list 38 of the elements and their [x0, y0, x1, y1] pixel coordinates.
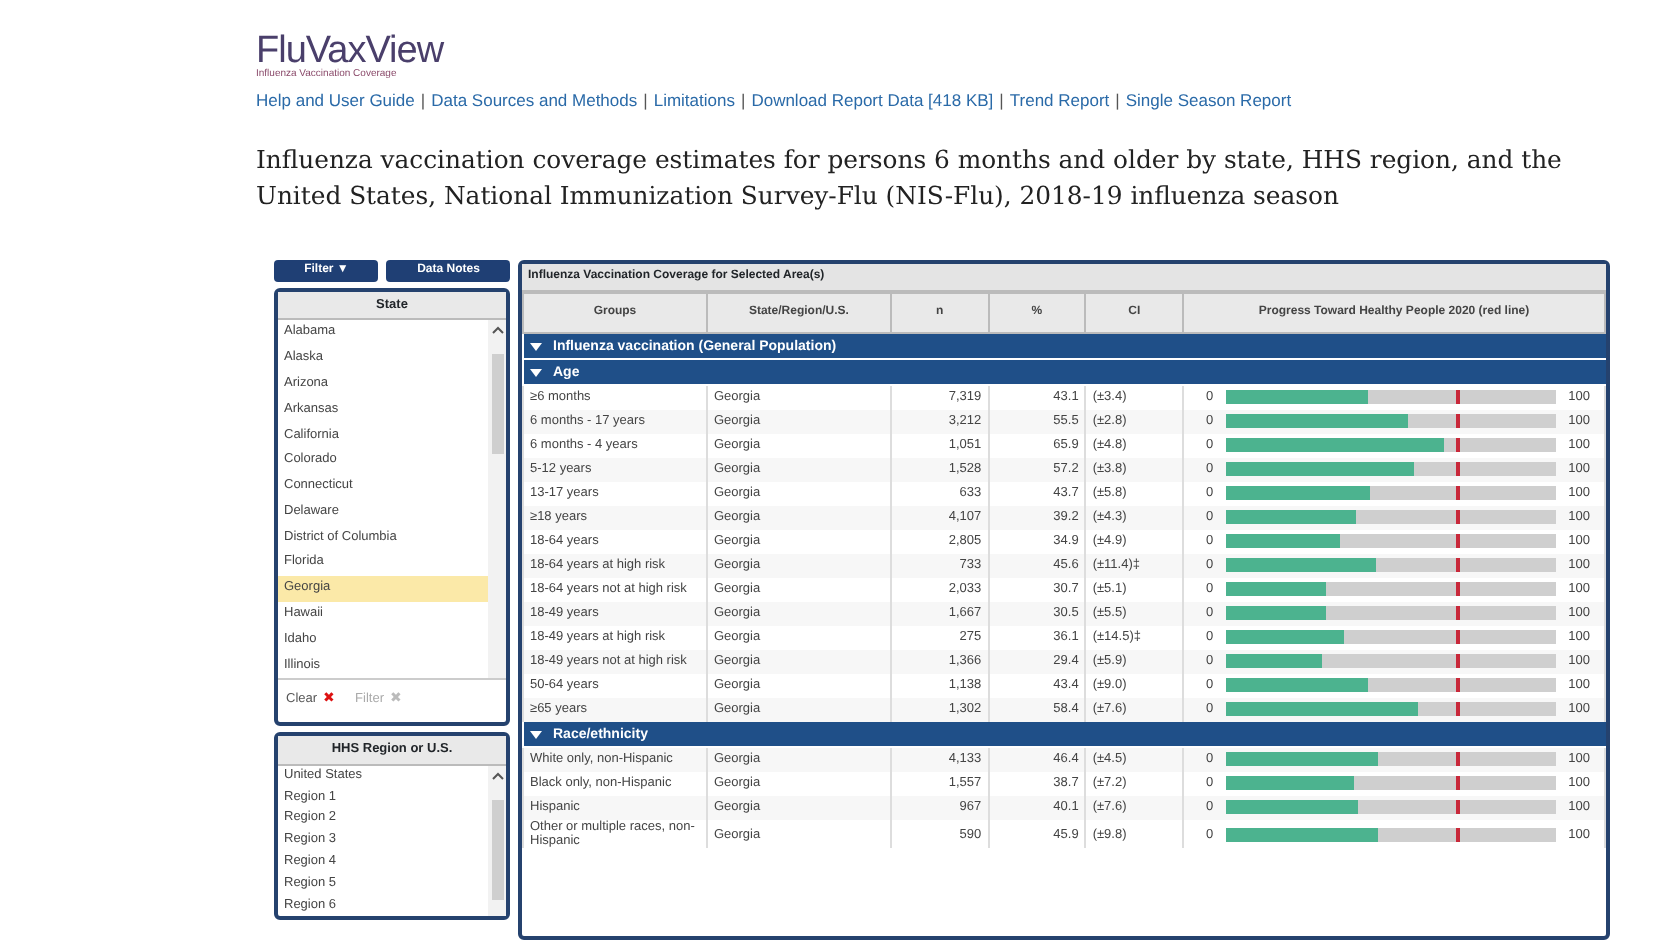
collapse-icon[interactable]	[529, 367, 541, 378]
separator: |	[999, 90, 1004, 110]
target-marker	[1456, 438, 1461, 453]
target-marker	[1456, 752, 1461, 767]
target-marker	[1456, 534, 1461, 549]
separator: |	[1115, 90, 1120, 110]
separator: |	[420, 90, 426, 110]
separator: |	[740, 90, 746, 110]
target-marker	[1456, 827, 1461, 842]
target-marker	[1456, 390, 1461, 405]
nav-link[interactable]: Help and User Guide	[256, 90, 415, 110]
collapse-icon[interactable]	[529, 341, 541, 352]
target-marker	[1456, 558, 1461, 573]
nav-link[interactable]: Download Report Data [418 KB]	[751, 90, 994, 110]
target-marker	[1456, 582, 1461, 597]
nav-link[interactable]: Trend Report	[1009, 90, 1110, 110]
scroll-up-icon[interactable]	[491, 771, 503, 780]
scroll-up-icon[interactable]	[491, 326, 503, 335]
nav-link[interactable]: Limitations	[653, 90, 735, 110]
page-title: Influenza vaccination coverage estimates for persons 6 months and older by state, HHS region, and the United States, National Immunization Survey-Flu (NIS-Flu), 2018-19 influenza season	[256, 141, 1564, 215]
target-marker	[1456, 630, 1461, 645]
nav-link[interactable]: Single Season Report	[1125, 90, 1292, 110]
target-marker	[1456, 414, 1461, 429]
target-marker	[1456, 702, 1461, 717]
logo-wordmark: FluVaxView	[256, 32, 446, 70]
target-marker	[1456, 510, 1461, 525]
scrollbar-thumb[interactable]	[491, 799, 503, 900]
target-marker	[1456, 606, 1461, 621]
separator: |	[643, 90, 648, 110]
scrollbar-thumb[interactable]	[491, 354, 503, 455]
target-marker	[1456, 486, 1461, 501]
target-marker	[1456, 776, 1461, 791]
target-marker	[1456, 678, 1461, 693]
target-marker	[1456, 800, 1461, 815]
nav-link[interactable]: Data Sources and Methods	[431, 90, 638, 110]
collapse-icon[interactable]	[529, 729, 541, 740]
target-marker	[1456, 462, 1461, 477]
target-marker	[1456, 654, 1461, 669]
